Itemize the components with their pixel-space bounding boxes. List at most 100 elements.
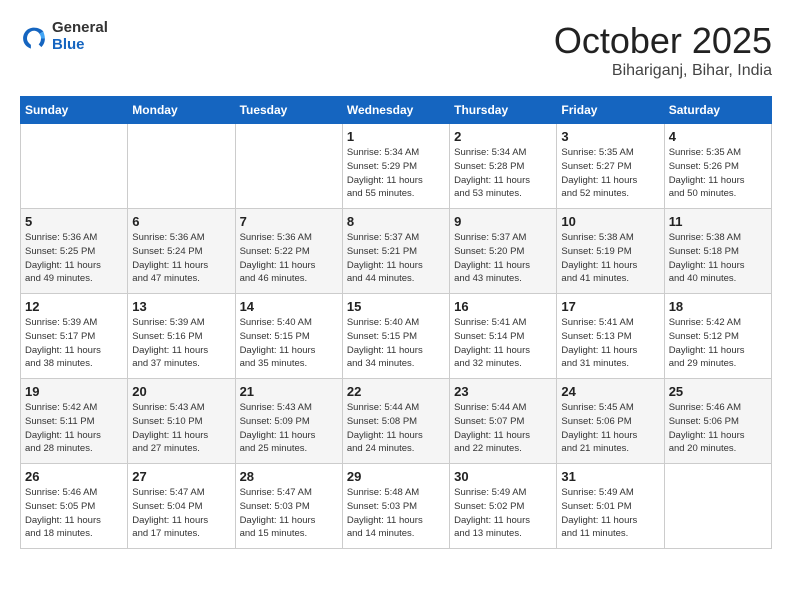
day-number: 5 (25, 214, 123, 229)
calendar-cell: 5 Sunrise: 5:36 AM Sunset: 5:25 PM Daylig… (21, 209, 128, 294)
calendar-cell: 4 Sunrise: 5:35 AM Sunset: 5:26 PM Daylig… (664, 124, 771, 209)
calendar-cell: 18 Sunrise: 5:42 AM Sunset: 5:12 PM Dayli… (664, 294, 771, 379)
day-info: Sunrise: 5:44 AM Sunset: 5:08 PM Dayligh… (347, 401, 445, 456)
calendar-cell (664, 464, 771, 549)
day-number: 16 (454, 299, 552, 314)
day-info: Sunrise: 5:46 AM Sunset: 5:05 PM Dayligh… (25, 486, 123, 541)
calendar-cell: 15Sunrise: 5:40 AM Sunset: 5:15 PM Dayli… (342, 294, 449, 379)
day-number: 30 (454, 469, 552, 484)
day-info: Sunrise: 5:44 AM Sunset: 5:07 PM Dayligh… (454, 401, 552, 456)
day-number: 31 (561, 469, 659, 484)
calendar-cell: 21 Sunrise: 5:43 AM Sunset: 5:09 PM Dayli… (235, 379, 342, 464)
day-number: 20 (132, 384, 230, 399)
calendar-cell (21, 124, 128, 209)
day-number: 18 (669, 299, 767, 314)
calendar-cell: 8Sunrise: 5:37 AM Sunset: 5:21 PM Daylig… (342, 209, 449, 294)
calendar-cell: 17 Sunrise: 5:41 AM Sunset: 5:13 PM Dayli… (557, 294, 664, 379)
day-info: Sunrise: 5:34 AM Sunset: 5:28 PM Dayligh… (454, 146, 552, 201)
day-info: Sunrise: 5:43 AM Sunset: 5:09 PM Dayligh… (240, 401, 338, 456)
calendar-cell: 1 Sunrise: 5:34 AM Sunset: 5:29 PM Daylig… (342, 124, 449, 209)
day-info: Sunrise: 5:34 AM Sunset: 5:29 PM Dayligh… (347, 146, 445, 201)
page-header: General Blue October 2025 Bihariganj, Bi… (20, 20, 772, 80)
calendar-body: 1 Sunrise: 5:34 AM Sunset: 5:29 PM Daylig… (21, 124, 772, 549)
day-number: 17 (561, 299, 659, 314)
day-number: 13 (132, 299, 230, 314)
calendar-cell: 24Sunrise: 5:45 AM Sunset: 5:06 PM Dayli… (557, 379, 664, 464)
day-number: 1 (347, 129, 445, 144)
day-number: 4 (669, 129, 767, 144)
day-info: Sunrise: 5:49 AM Sunset: 5:01 PM Dayligh… (561, 486, 659, 541)
day-number: 14 (240, 299, 338, 314)
day-number: 29 (347, 469, 445, 484)
calendar-cell: 20Sunrise: 5:43 AM Sunset: 5:10 PM Dayli… (128, 379, 235, 464)
day-number: 21 (240, 384, 338, 399)
calendar-cell: 11 Sunrise: 5:38 AM Sunset: 5:18 PM Dayli… (664, 209, 771, 294)
calendar-cell: 7Sunrise: 5:36 AM Sunset: 5:22 PM Daylig… (235, 209, 342, 294)
calendar-week-row: 5 Sunrise: 5:36 AM Sunset: 5:25 PM Daylig… (21, 209, 772, 294)
day-info: Sunrise: 5:42 AM Sunset: 5:11 PM Dayligh… (25, 401, 123, 456)
day-info: Sunrise: 5:36 AM Sunset: 5:24 PM Dayligh… (132, 231, 230, 286)
day-info: Sunrise: 5:47 AM Sunset: 5:04 PM Dayligh… (132, 486, 230, 541)
day-info: Sunrise: 5:40 AM Sunset: 5:15 PM Dayligh… (240, 316, 338, 371)
day-number: 9 (454, 214, 552, 229)
day-info: Sunrise: 5:38 AM Sunset: 5:18 PM Dayligh… (669, 231, 767, 286)
day-info: Sunrise: 5:42 AM Sunset: 5:12 PM Dayligh… (669, 316, 767, 371)
day-number: 10 (561, 214, 659, 229)
calendar-cell: 28Sunrise: 5:47 AM Sunset: 5:03 PM Dayli… (235, 464, 342, 549)
day-number: 3 (561, 129, 659, 144)
logo-text: General Blue (52, 20, 108, 53)
logo-icon (20, 23, 48, 51)
calendar-week-row: 1 Sunrise: 5:34 AM Sunset: 5:29 PM Daylig… (21, 124, 772, 209)
logo: General Blue (20, 20, 108, 53)
calendar-cell: 14 Sunrise: 5:40 AM Sunset: 5:15 PM Dayli… (235, 294, 342, 379)
day-info: Sunrise: 5:47 AM Sunset: 5:03 PM Dayligh… (240, 486, 338, 541)
location: Bihariganj, Bihar, India (554, 62, 772, 80)
calendar-cell: 3 Sunrise: 5:35 AM Sunset: 5:27 PM Daylig… (557, 124, 664, 209)
day-info: Sunrise: 5:37 AM Sunset: 5:20 PM Dayligh… (454, 231, 552, 286)
day-info: Sunrise: 5:36 AM Sunset: 5:25 PM Dayligh… (25, 231, 123, 286)
day-number: 11 (669, 214, 767, 229)
day-info: Sunrise: 5:46 AM Sunset: 5:06 PM Dayligh… (669, 401, 767, 456)
day-number: 25 (669, 384, 767, 399)
day-number: 2 (454, 129, 552, 144)
calendar-cell: 6 Sunrise: 5:36 AM Sunset: 5:24 PM Daylig… (128, 209, 235, 294)
calendar-cell: 13Sunrise: 5:39 AM Sunset: 5:16 PM Dayli… (128, 294, 235, 379)
calendar-cell: 31 Sunrise: 5:49 AM Sunset: 5:01 PM Dayli… (557, 464, 664, 549)
calendar-table: SundayMondayTuesdayWednesdayThursdayFrid… (20, 96, 772, 549)
calendar-cell: 9 Sunrise: 5:37 AM Sunset: 5:20 PM Daylig… (450, 209, 557, 294)
day-info: Sunrise: 5:39 AM Sunset: 5:17 PM Dayligh… (25, 316, 123, 371)
day-info: Sunrise: 5:36 AM Sunset: 5:22 PM Dayligh… (240, 231, 338, 286)
calendar-cell: 19Sunrise: 5:42 AM Sunset: 5:11 PM Dayli… (21, 379, 128, 464)
calendar-week-row: 19Sunrise: 5:42 AM Sunset: 5:11 PM Dayli… (21, 379, 772, 464)
day-number: 24 (561, 384, 659, 399)
calendar-cell (128, 124, 235, 209)
month-title: October 2025 (554, 20, 772, 62)
calendar-cell: 16 Sunrise: 5:41 AM Sunset: 5:14 PM Dayli… (450, 294, 557, 379)
calendar-week-row: 26 Sunrise: 5:46 AM Sunset: 5:05 PM Dayli… (21, 464, 772, 549)
weekday-header: Tuesday (235, 97, 342, 124)
day-number: 26 (25, 469, 123, 484)
calendar-cell: 30Sunrise: 5:49 AM Sunset: 5:02 PM Dayli… (450, 464, 557, 549)
day-number: 12 (25, 299, 123, 314)
weekday-header: Friday (557, 97, 664, 124)
day-number: 6 (132, 214, 230, 229)
day-number: 8 (347, 214, 445, 229)
title-block: October 2025 Bihariganj, Bihar, India (554, 20, 772, 80)
day-info: Sunrise: 5:35 AM Sunset: 5:27 PM Dayligh… (561, 146, 659, 201)
weekday-header: Sunday (21, 97, 128, 124)
calendar-cell: 25 Sunrise: 5:46 AM Sunset: 5:06 PM Dayli… (664, 379, 771, 464)
day-info: Sunrise: 5:35 AM Sunset: 5:26 PM Dayligh… (669, 146, 767, 201)
calendar-cell: 27 Sunrise: 5:47 AM Sunset: 5:04 PM Dayli… (128, 464, 235, 549)
day-info: Sunrise: 5:48 AM Sunset: 5:03 PM Dayligh… (347, 486, 445, 541)
weekday-header: Monday (128, 97, 235, 124)
day-info: Sunrise: 5:41 AM Sunset: 5:14 PM Dayligh… (454, 316, 552, 371)
calendar-cell: 10Sunrise: 5:38 AM Sunset: 5:19 PM Dayli… (557, 209, 664, 294)
calendar-cell: 26 Sunrise: 5:46 AM Sunset: 5:05 PM Dayli… (21, 464, 128, 549)
calendar-cell: 2 Sunrise: 5:34 AM Sunset: 5:28 PM Daylig… (450, 124, 557, 209)
day-info: Sunrise: 5:41 AM Sunset: 5:13 PM Dayligh… (561, 316, 659, 371)
header-row: SundayMondayTuesdayWednesdayThursdayFrid… (21, 97, 772, 124)
day-number: 27 (132, 469, 230, 484)
day-number: 22 (347, 384, 445, 399)
weekday-header: Wednesday (342, 97, 449, 124)
weekday-header: Saturday (664, 97, 771, 124)
